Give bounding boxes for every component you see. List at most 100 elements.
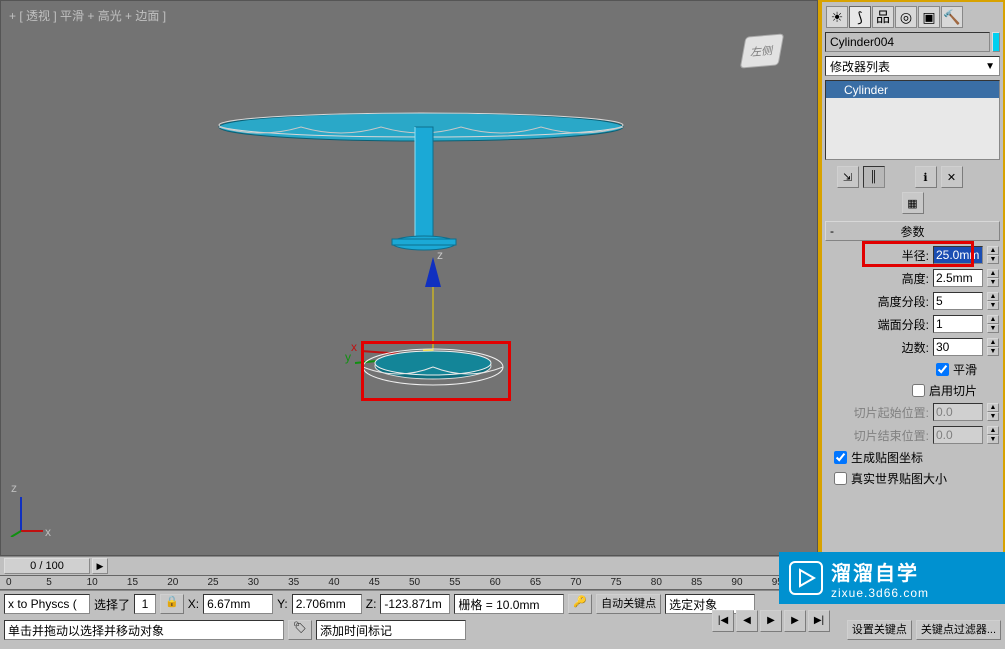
viewcube-face[interactable]: 左侧	[740, 33, 784, 68]
slice-from-input	[933, 403, 983, 421]
real-world-checkbox[interactable]	[834, 472, 847, 485]
height-segs-spinner[interactable]: ▲▼	[987, 292, 999, 310]
watermark: 溜溜自学 zixue.3d66.com	[779, 552, 1005, 604]
make-unique-button[interactable]: ℹ	[915, 166, 937, 188]
goto-end-button[interactable]: ▶|	[808, 610, 830, 632]
svg-text:x: x	[351, 340, 357, 354]
x-label: X:	[188, 597, 199, 611]
x-coord-input[interactable]	[203, 594, 273, 614]
time-slider[interactable]: 0 / 100 ▶	[0, 556, 818, 576]
ruler-tick: 35	[288, 577, 299, 588]
time-tag-button[interactable]: 🏷	[288, 620, 312, 640]
tab-hierarchy-icon[interactable]: 品	[872, 6, 894, 28]
show-end-result-button[interactable]: ║	[863, 166, 885, 188]
tab-motion-icon[interactable]: ◎	[895, 6, 917, 28]
slice-from-label: 切片起始位置:	[854, 404, 929, 421]
slice-on-label: 启用切片	[929, 382, 977, 399]
modifier-stack[interactable]: Cylinder	[825, 80, 1000, 160]
time-slider-thumb[interactable]: 0 / 100	[4, 558, 90, 574]
goto-start-button[interactable]: |◀	[712, 610, 734, 632]
axis-x-label: x	[45, 525, 51, 539]
height-spinner[interactable]: ▲▼	[987, 269, 999, 287]
axis-z-label: z	[11, 481, 17, 495]
slice-from-spinner: ▲▼	[987, 403, 999, 421]
ruler-tick: 25	[208, 577, 219, 588]
selected-count: 1	[134, 594, 156, 614]
sides-label: 边数:	[902, 339, 929, 356]
smooth-checkbox[interactable]	[936, 363, 949, 376]
auto-key-button[interactable]: 自动关键点	[596, 594, 661, 614]
stack-item-cylinder[interactable]: Cylinder	[826, 81, 999, 98]
viewport-perspective[interactable]: + [ 透视 ] 平滑 + 高光 + 边面 ] z x y	[0, 0, 818, 556]
ruler-tick: 80	[651, 577, 662, 588]
ruler-tick: 55	[449, 577, 460, 588]
scene-drawing: z x y	[1, 1, 819, 557]
real-world-label: 真实世界贴图大小	[851, 470, 947, 487]
cap-segs-spinner[interactable]: ▲▼	[987, 315, 999, 333]
slice-on-checkbox[interactable]	[912, 384, 925, 397]
slice-to-spinner: ▲▼	[987, 426, 999, 444]
tab-create-icon[interactable]: ☀	[826, 6, 848, 28]
ruler-tick: 45	[369, 577, 380, 588]
sides-input[interactable]	[933, 338, 983, 356]
cap-segs-input[interactable]	[933, 315, 983, 333]
next-frame-button[interactable]: ▶	[784, 610, 806, 632]
watermark-logo-icon	[789, 561, 823, 595]
z-label: Z:	[366, 597, 377, 611]
world-axis-icon	[9, 491, 49, 537]
tab-display-icon[interactable]: ▣	[918, 6, 940, 28]
object-name-input[interactable]	[825, 32, 990, 52]
lock-selection-button[interactable]: 🔒	[160, 594, 184, 614]
add-time-tag[interactable]: 添加时间标记	[316, 620, 466, 640]
sides-spinner[interactable]: ▲▼	[987, 338, 999, 356]
y-coord-input[interactable]	[292, 594, 362, 614]
object-color-swatch[interactable]	[992, 32, 1000, 52]
cap-segs-label: 端面分段:	[878, 316, 929, 333]
svg-text:z: z	[437, 248, 443, 262]
minus-icon: -	[830, 224, 834, 238]
modifier-list-combo[interactable]: 修改器列表 ▼	[825, 56, 1000, 76]
gen-uv-checkbox[interactable]	[834, 451, 847, 464]
watermark-url: zixue.3d66.com	[831, 586, 929, 600]
height-label: 高度:	[902, 270, 929, 287]
ruler-tick: 10	[87, 577, 98, 588]
ruler-tick: 75	[611, 577, 622, 588]
height-segs-input[interactable]	[933, 292, 983, 310]
parameters-body: 半径: ▲▼ 高度: ▲▼ 高度分段: ▲▼ 端面分段:	[822, 241, 1003, 493]
ruler-tick: 65	[530, 577, 541, 588]
parameters-rollout-header[interactable]: - 参数	[825, 221, 1000, 241]
slice-to-input	[933, 426, 983, 444]
height-input[interactable]	[933, 269, 983, 287]
selected-label: 选择了	[94, 596, 130, 613]
time-slider-next[interactable]: ▶	[92, 558, 108, 574]
stack-toolbar: ⇲ ║ ℹ ✕ ▦	[822, 162, 1003, 218]
key-icon-button[interactable]: 🔑	[568, 594, 592, 614]
prompt-line: 单击并拖动以选择并移动对象	[4, 620, 284, 640]
remove-modifier-button[interactable]: ✕	[941, 166, 963, 188]
playback-controls: |◀ ◀ ▶ ▶ ▶|	[712, 610, 830, 632]
command-panel: ☀ ⟆ 品 ◎ ▣ 🔨 修改器列表 ▼ Cylinder ⇲ ║	[818, 0, 1005, 556]
prev-frame-button[interactable]: ◀	[736, 610, 758, 632]
play-button[interactable]: ▶	[760, 610, 782, 632]
z-coord-input[interactable]	[380, 594, 450, 614]
radius-spinner[interactable]: ▲▼	[987, 246, 999, 264]
key-filters-button[interactable]: 关键点过滤器...	[916, 620, 1001, 640]
ruler-tick: 15	[127, 577, 138, 588]
grid-readout: 栅格 = 10.0mm	[454, 594, 564, 614]
ruler-tick: 20	[167, 577, 178, 588]
slice-to-label: 切片结束位置:	[854, 427, 929, 444]
set-key-button[interactable]: 设置关键点	[847, 620, 912, 640]
tab-modify-icon[interactable]: ⟆	[849, 6, 871, 28]
ruler-tick: 0	[6, 577, 12, 588]
tab-utilities-icon[interactable]: 🔨	[941, 6, 963, 28]
time-ruler[interactable]: 0510152025303540455055606570758085909510…	[0, 576, 818, 590]
highlight-selected-object	[361, 341, 511, 401]
ruler-tick: 85	[691, 577, 702, 588]
configure-sets-button[interactable]: ▦	[902, 192, 924, 214]
highlight-radius	[862, 241, 974, 267]
ruler-tick: 70	[570, 577, 581, 588]
ruler-tick: 30	[248, 577, 259, 588]
ruler-tick: 50	[409, 577, 420, 588]
pin-stack-button[interactable]: ⇲	[837, 166, 859, 188]
viewcube[interactable]: 左侧	[743, 35, 795, 87]
